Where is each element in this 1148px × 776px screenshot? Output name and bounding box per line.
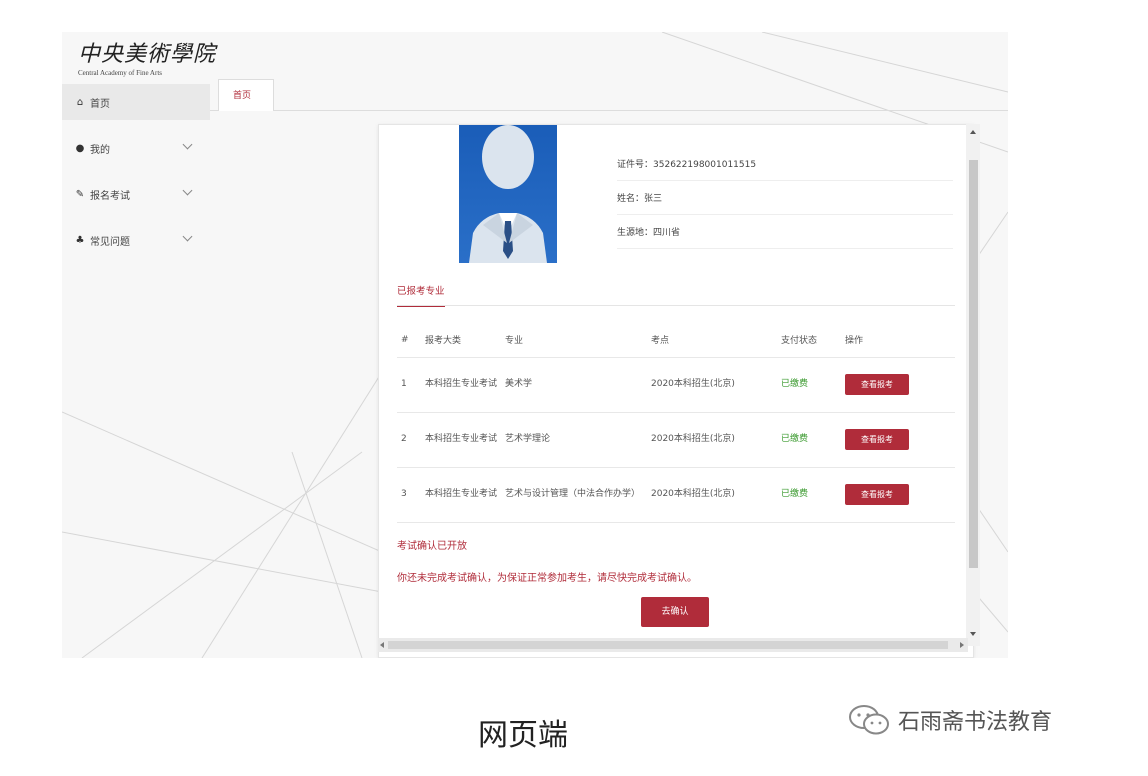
sidebar-item-label: 常见问题 <box>90 236 130 248</box>
wechat-icon <box>849 705 889 735</box>
candidate-info: 证件号：352622198001011515 姓名：张三 生源地：四川省 <box>617 147 953 249</box>
candidate-photo <box>459 125 557 263</box>
sidebar: ⌂ 首页 ● 我的 ✎ 报名考试 ♣ 常见问题 <box>62 84 210 258</box>
name-row: 姓名：张三 <box>617 181 953 215</box>
row-number: 1 <box>397 357 421 413</box>
sidebar-item-label: 报名考试 <box>90 190 130 202</box>
view-registration-button[interactable]: 查看报考 <box>845 429 909 450</box>
column-header: # <box>397 323 421 358</box>
table-header-row: # 报考大类 专业 考点 支付状态 操作 <box>397 323 955 358</box>
registered-majors-table: # 报考大类 专业 考点 支付状态 操作 1 本科招生专业考试 美术学 2020… <box>397 323 955 523</box>
action-cell: 查看报考 <box>841 357 955 413</box>
tab-home[interactable]: 首页 <box>218 79 274 111</box>
notice-text: 你还未完成考试确认，为保证正常参加考生，请尽快完成考试确认。 <box>397 573 697 584</box>
sidebar-item-label: 我的 <box>90 144 110 156</box>
exam-site: 2020本科招生(北京) <box>647 467 777 523</box>
chevron-down-icon <box>182 231 193 242</box>
caption: 网页端 <box>478 718 568 753</box>
origin-value: 四川省 <box>653 228 681 238</box>
column-header: 操作 <box>841 323 955 358</box>
horizontal-scrollbar[interactable] <box>378 638 968 652</box>
id-number-value: 352622198001011515 <box>653 160 757 170</box>
major-name: 艺术学理论 <box>501 412 647 468</box>
exam-site: 2020本科招生(北京) <box>647 412 777 468</box>
scrollbar-thumb[interactable] <box>388 641 948 649</box>
action-cell: 查看报考 <box>841 467 955 523</box>
user-icon: ● <box>75 142 85 154</box>
id-number-label: 证件号： <box>617 160 654 170</box>
payment-status: 已缴费 <box>777 412 841 468</box>
home-icon: ⌂ <box>76 96 84 108</box>
exam-site: 2020本科招生(北京) <box>647 357 777 413</box>
scroll-right-icon[interactable] <box>960 642 964 648</box>
chevron-down-icon <box>182 139 193 150</box>
view-registration-button[interactable]: 查看报考 <box>845 484 909 505</box>
logo-english: Central Academy of Fine Arts <box>78 69 162 77</box>
id-number-row: 证件号：352622198001011515 <box>617 147 953 181</box>
name-label: 姓名： <box>617 194 645 204</box>
column-header: 支付状态 <box>777 323 841 358</box>
tab-registered-majors[interactable]: 已报考专业 <box>397 283 445 307</box>
watermark-text: 石雨斋书法教育 <box>898 710 1053 735</box>
sidebar-item-mine[interactable]: ● 我的 <box>62 130 210 166</box>
action-cell: 查看报考 <box>841 412 955 468</box>
column-header: 报考大类 <box>421 323 501 358</box>
view-registration-button[interactable]: 查看报考 <box>845 374 909 395</box>
table-row: 1 本科招生专业考试 美术学 2020本科招生(北京) 已缴费 查看报考 <box>397 357 955 413</box>
column-header: 考点 <box>647 323 777 358</box>
section-divider <box>397 305 955 306</box>
cafa-logo[interactable]: 中央美術學院 Central Academy of Fine Arts <box>78 36 218 82</box>
sitemap-icon: ♣ <box>75 234 85 246</box>
main-panel: 证件号：352622198001011515 姓名：张三 生源地：四川省 已报考… <box>378 124 974 658</box>
row-number: 2 <box>397 412 421 468</box>
sidebar-item-label: 首页 <box>90 98 110 110</box>
origin-label: 生源地： <box>617 228 654 238</box>
sidebar-item-faq[interactable]: ♣ 常见问题 <box>62 222 210 258</box>
logo-chinese: 中央美術學院 <box>78 42 217 67</box>
scroll-left-icon[interactable] <box>380 642 384 648</box>
exam-category: 本科招生专业考试 <box>421 467 501 523</box>
table-row: 2 本科招生专业考试 艺术学理论 2020本科招生(北京) 已缴费 查看报考 <box>397 412 955 468</box>
exam-category: 本科招生专业考试 <box>421 357 501 413</box>
scroll-up-icon[interactable] <box>970 130 976 134</box>
payment-status: 已缴费 <box>777 357 841 413</box>
payment-status: 已缴费 <box>777 467 841 523</box>
vertical-scrollbar[interactable] <box>966 124 980 646</box>
scroll-down-icon[interactable] <box>970 632 976 636</box>
notice-title: 考试确认已开放 <box>397 541 467 552</box>
exam-category: 本科招生专业考试 <box>421 412 501 468</box>
name-value: 张三 <box>644 194 663 204</box>
row-number: 3 <box>397 467 421 523</box>
edit-icon: ✎ <box>75 188 85 200</box>
scrollbar-thumb[interactable] <box>969 160 978 568</box>
watermark: 石雨斋书法教育 <box>848 704 1052 736</box>
major-name: 艺术与设计管理（中法合作办学） <box>501 467 647 523</box>
major-name: 美术学 <box>501 357 647 413</box>
tab-bar-divider <box>210 110 1008 111</box>
chevron-down-icon <box>182 185 193 196</box>
column-header: 专业 <box>501 323 647 358</box>
browser-screenshot: 中央美術學院 Central Academy of Fine Arts ⌂ 首页… <box>62 32 1008 658</box>
person-silhouette-icon <box>469 125 547 263</box>
table-row: 3 本科招生专业考试 艺术与设计管理（中法合作办学） 2020本科招生(北京) … <box>397 467 955 523</box>
confirm-button[interactable]: 去确认 <box>641 597 709 627</box>
origin-row: 生源地：四川省 <box>617 215 953 249</box>
sidebar-item-exam-registration[interactable]: ✎ 报名考试 <box>62 176 210 212</box>
sidebar-item-home[interactable]: ⌂ 首页 <box>62 84 210 120</box>
